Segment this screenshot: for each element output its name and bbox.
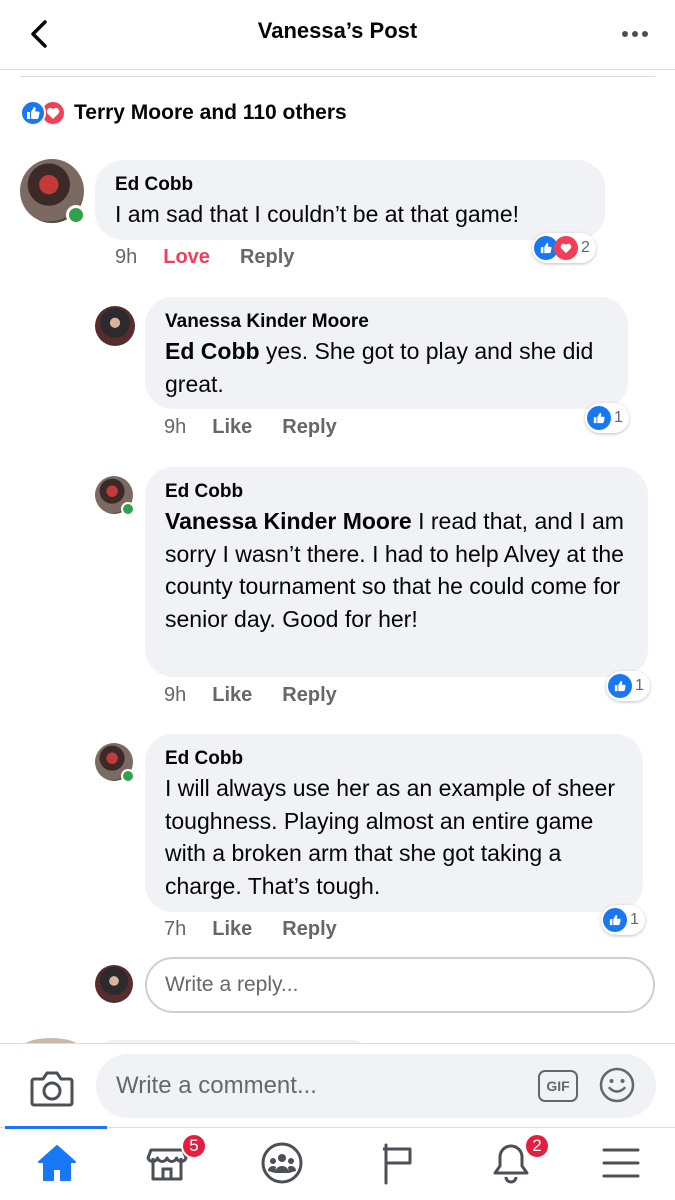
tab-marketplace[interactable]: 5 — [142, 1133, 207, 1188]
avatar — [95, 965, 133, 1003]
reactions-summary-text[interactable]: Terry Moore and 110 others — [74, 101, 347, 125]
camera-icon — [30, 1071, 74, 1107]
mention-link[interactable]: Ed Cobb — [165, 338, 260, 364]
groups-icon — [261, 1142, 303, 1184]
reaction-count: 1 — [630, 911, 639, 928]
avatar[interactable] — [95, 743, 135, 783]
reply-button[interactable]: Reply — [282, 918, 336, 941]
post-header: Vanessa’s Post — [0, 0, 675, 70]
like-button[interactable]: Like — [212, 918, 252, 941]
love-reaction-button[interactable]: Love — [163, 246, 210, 269]
menu-icon — [602, 1148, 640, 1178]
comment-time: 9h — [164, 416, 187, 438]
love-icon — [554, 236, 578, 260]
online-status-dot — [66, 205, 86, 225]
back-button[interactable] — [22, 14, 56, 54]
reply-input-placeholder: Write a reply... — [165, 973, 299, 996]
divider — [20, 76, 655, 77]
comment-time: 9h — [164, 684, 187, 706]
comment-time: 7h — [164, 918, 187, 940]
like-icon — [603, 908, 627, 932]
avatar[interactable] — [20, 159, 86, 225]
comment-actions: 9h Like Reply — [164, 416, 367, 439]
comment-bubble[interactable]: Ed Cobb Vanessa Kinder Moore I read that… — [145, 467, 648, 677]
reaction-count: 2 — [581, 239, 590, 256]
notification-badge: 5 — [181, 1133, 207, 1159]
chevron-left-icon — [31, 20, 47, 48]
reply-button[interactable]: Reply — [282, 684, 336, 707]
comment-actions: 9h Love Reply — [115, 246, 324, 269]
bottom-tab-bar: 5 2 — [0, 1126, 675, 1200]
avatar[interactable] — [95, 306, 135, 346]
active-tab-indicator — [5, 1126, 107, 1129]
tab-menu[interactable] — [596, 1138, 646, 1188]
flag-icon — [383, 1143, 412, 1185]
comment-bubble[interactable]: Vanessa Kinder Moore Ed Cobb yes. She go… — [145, 297, 628, 409]
like-icon — [587, 406, 611, 430]
tab-groups[interactable] — [257, 1138, 307, 1188]
reaction-count: 1 — [635, 677, 644, 694]
comment-time: 9h — [115, 246, 138, 268]
tab-notifications[interactable]: 2 — [486, 1133, 550, 1188]
comment-bubble[interactable]: Ed Cobb I will always use her as an exam… — [145, 734, 643, 912]
comment-composer: Write a comment... GIF — [0, 1043, 675, 1127]
reaction-count: 1 — [614, 409, 623, 426]
reply-input[interactable]: Write a reply... — [145, 957, 655, 1013]
comment-author[interactable]: Vanessa Kinder Moore — [165, 309, 608, 335]
like-button[interactable]: Like — [212, 684, 252, 707]
comment-author[interactable]: Ed Cobb — [165, 746, 623, 772]
tab-pages[interactable] — [372, 1138, 422, 1188]
comment-actions: 7h Like Reply — [164, 918, 367, 941]
page-title: Vanessa’s Post — [257, 18, 418, 43]
online-status-dot — [121, 502, 135, 516]
more-dots-icon — [622, 31, 628, 37]
reply-button[interactable]: Reply — [282, 416, 336, 439]
comment-actions: 9h Like Reply — [164, 684, 367, 707]
notification-badge: 2 — [524, 1133, 550, 1159]
comment-reaction-badge[interactable]: 1 — [601, 905, 645, 935]
like-icon — [608, 674, 632, 698]
emoji-button[interactable] — [598, 1066, 636, 1104]
online-status-dot — [121, 769, 135, 783]
comment-author[interactable]: Ed Cobb — [115, 172, 585, 198]
reactions-summary[interactable]: Terry Moore and 110 others — [20, 98, 347, 128]
comment-text: I will always use her as an example of s… — [165, 775, 615, 899]
comment-reaction-badge[interactable]: 1 — [606, 671, 650, 701]
mention-link[interactable]: Vanessa Kinder Moore — [165, 508, 412, 534]
comment-input[interactable]: Write a comment... GIF — [96, 1054, 656, 1118]
gif-button[interactable]: GIF — [538, 1070, 578, 1102]
camera-button[interactable] — [30, 1068, 74, 1108]
tab-home[interactable] — [32, 1138, 82, 1188]
more-options-button[interactable] — [619, 22, 651, 46]
like-icon — [20, 100, 46, 126]
emoji-icon — [599, 1067, 635, 1103]
comment-author[interactable]: Ed Cobb — [165, 479, 628, 505]
comment-reaction-badge[interactable]: 2 — [532, 233, 596, 263]
home-icon — [38, 1145, 76, 1181]
reply-button[interactable]: Reply — [240, 246, 294, 269]
comment-text: I am sad that I couldn’t be at that game… — [115, 201, 520, 227]
comment-input-placeholder: Write a comment... — [116, 1072, 317, 1099]
comment-reaction-badge[interactable]: 1 — [585, 403, 629, 433]
avatar[interactable] — [95, 476, 135, 516]
like-button[interactable]: Like — [212, 416, 252, 439]
comment-bubble[interactable]: Ed Cobb I am sad that I couldn’t be at t… — [95, 160, 605, 240]
